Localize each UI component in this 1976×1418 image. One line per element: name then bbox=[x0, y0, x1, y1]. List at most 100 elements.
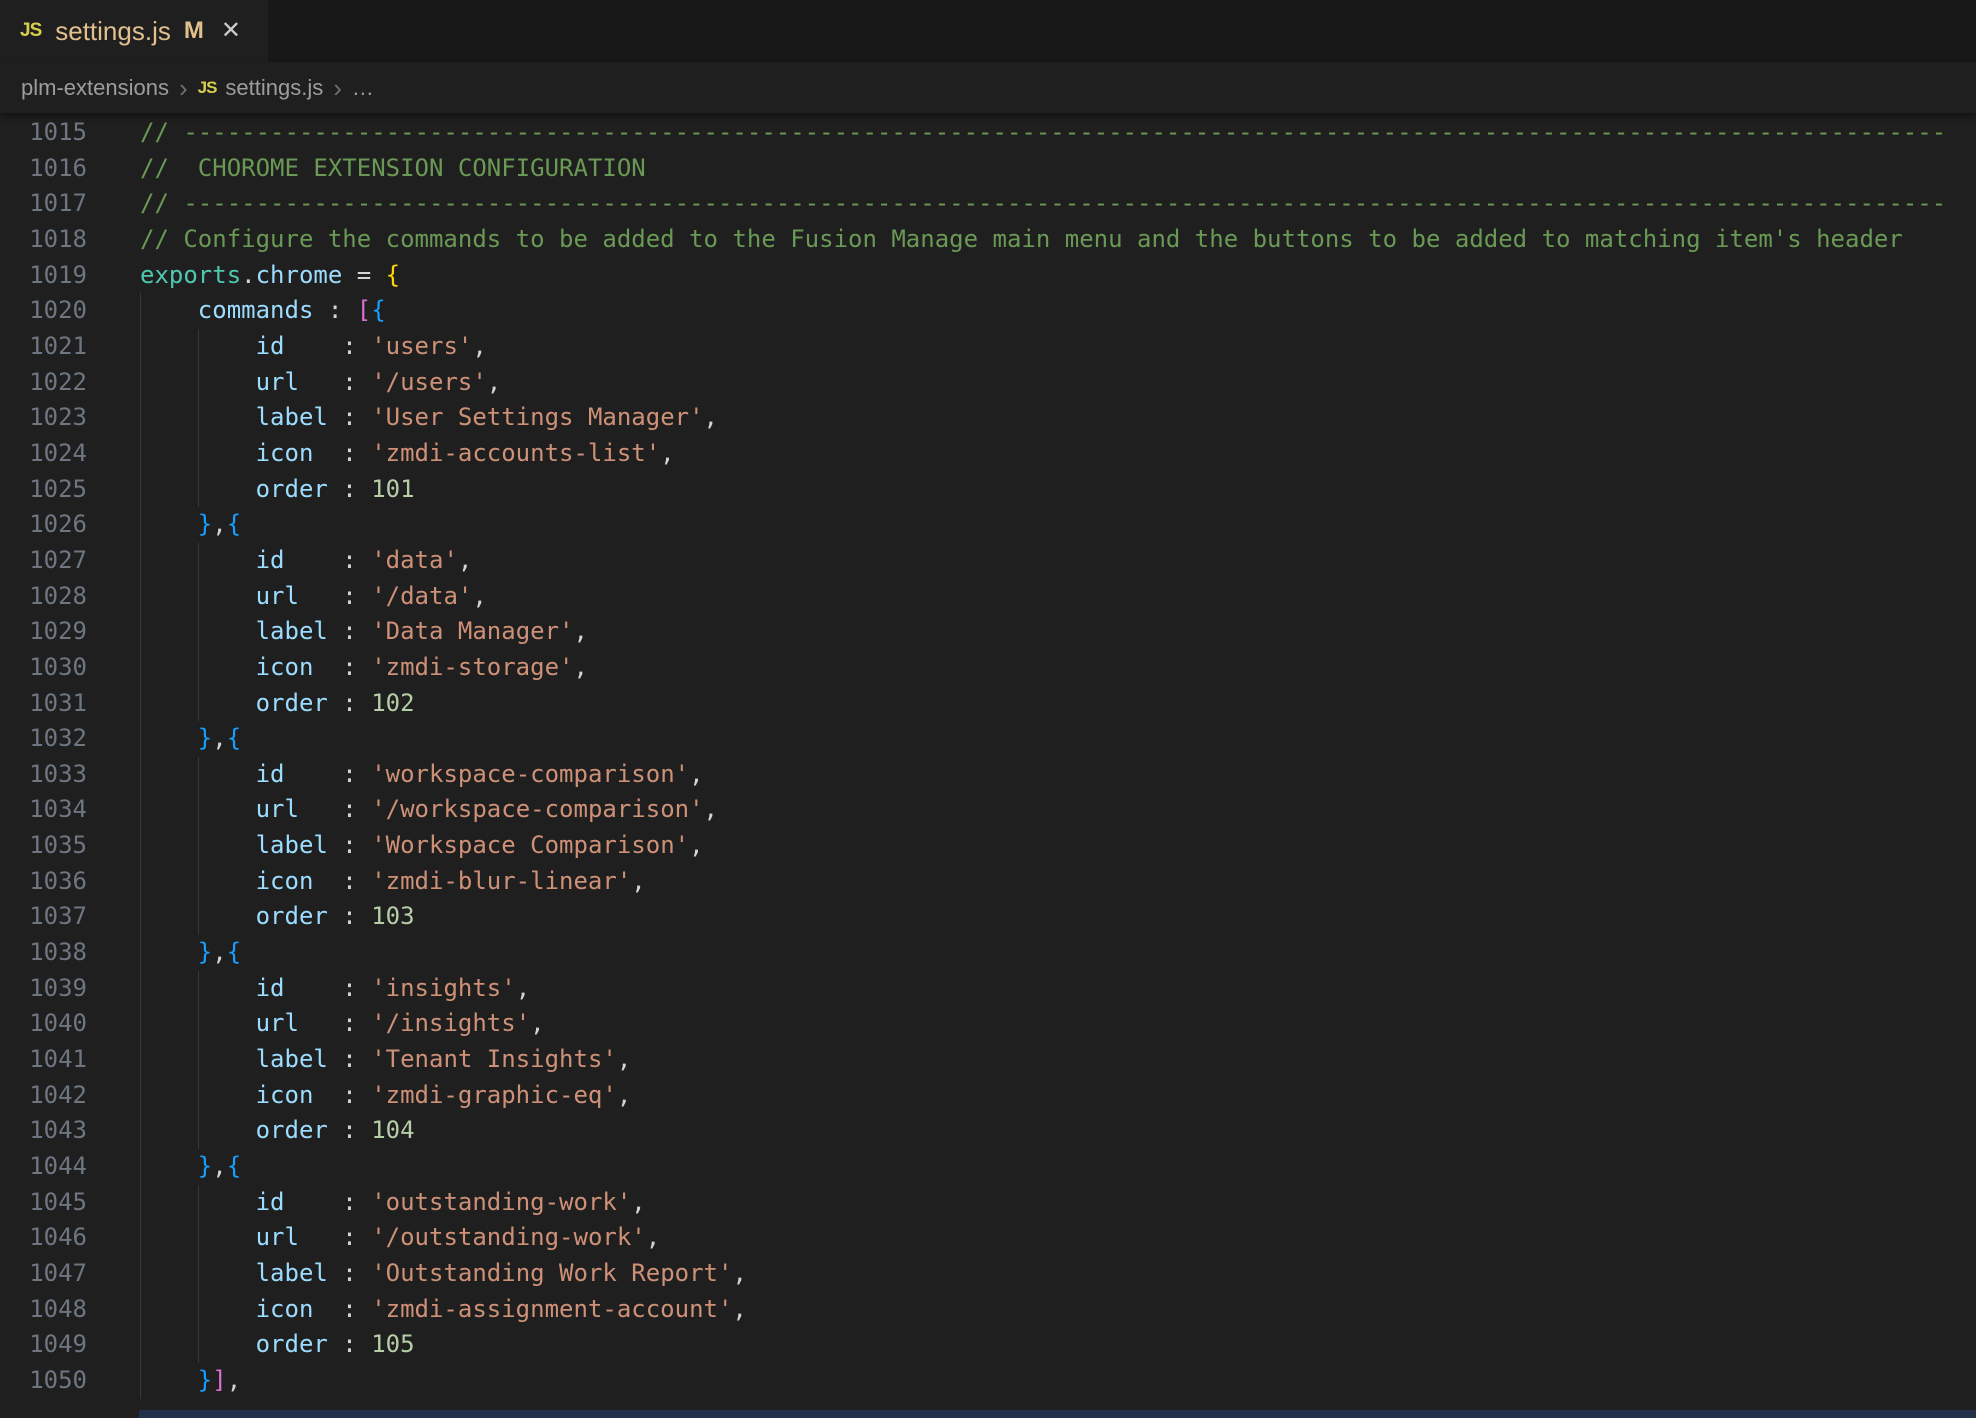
code-text: icon : 'zmdi-storage', bbox=[87, 650, 1976, 686]
line-number: 1037 bbox=[0, 899, 87, 935]
code-line[interactable]: 1020 commands : [{ bbox=[0, 293, 1976, 329]
breadcrumb-folder[interactable]: plm-extensions bbox=[21, 75, 169, 101]
code-line[interactable]: 1050 }], bbox=[0, 1363, 1976, 1399]
line-number: 1015 bbox=[0, 115, 87, 151]
breadcrumb-more[interactable]: … bbox=[352, 75, 374, 101]
code-line[interactable]: 1037 order : 103 bbox=[0, 899, 1976, 935]
code-line[interactable]: 1030 icon : 'zmdi-storage', bbox=[0, 650, 1976, 686]
indent-guide bbox=[140, 1113, 141, 1149]
indent-guide bbox=[198, 1292, 199, 1328]
code-line[interactable]: 1045 id : 'outstanding-work', bbox=[0, 1185, 1976, 1221]
code-editor[interactable]: 1015// ---------------------------------… bbox=[0, 113, 1976, 1418]
line-number: 1033 bbox=[0, 757, 87, 793]
line-number: 1019 bbox=[0, 258, 87, 294]
code-line[interactable]: 1016// CHOROME EXTENSION CONFIGURATION bbox=[0, 151, 1976, 187]
code-line[interactable]: 1015// ---------------------------------… bbox=[0, 115, 1976, 151]
code-text: },{ bbox=[87, 721, 1976, 757]
close-icon[interactable]: ✕ bbox=[221, 19, 241, 43]
indent-guide bbox=[140, 1185, 141, 1221]
chevron-right-icon: › bbox=[179, 75, 188, 101]
indent-guide bbox=[140, 650, 141, 686]
indent-guide bbox=[140, 436, 141, 472]
next-line-highlight bbox=[139, 1410, 1976, 1418]
line-number: 1018 bbox=[0, 222, 87, 258]
code-line[interactable]: 1039 id : 'insights', bbox=[0, 971, 1976, 1007]
indent-guide bbox=[140, 721, 141, 757]
code-text: url : '/data', bbox=[87, 579, 1976, 615]
code-text: }], bbox=[87, 1363, 1976, 1399]
line-number: 1049 bbox=[0, 1327, 87, 1363]
tab-settings-js[interactable]: JS settings.js M ✕ bbox=[0, 0, 268, 62]
indent-guide bbox=[140, 1256, 141, 1292]
code-line[interactable]: 1018// Configure the commands to be adde… bbox=[0, 222, 1976, 258]
indent-guide bbox=[198, 1327, 199, 1363]
line-number: 1026 bbox=[0, 507, 87, 543]
code-line[interactable]: 1046 url : '/outstanding-work', bbox=[0, 1220, 1976, 1256]
tab-bar: JS settings.js M ✕ bbox=[0, 0, 1976, 62]
tab-filename: settings.js bbox=[55, 16, 171, 47]
code-line[interactable]: 1042 icon : 'zmdi-graphic-eq', bbox=[0, 1078, 1976, 1114]
code-line[interactable]: 1021 id : 'users', bbox=[0, 329, 1976, 365]
indent-guide bbox=[140, 792, 141, 828]
line-number: 1036 bbox=[0, 864, 87, 900]
line-number: 1050 bbox=[0, 1363, 87, 1399]
code-line[interactable]: 1048 icon : 'zmdi-assignment-account', bbox=[0, 1292, 1976, 1328]
code-line[interactable]: 1026 },{ bbox=[0, 507, 1976, 543]
code-text: icon : 'zmdi-assignment-account', bbox=[87, 1292, 1976, 1328]
code-line[interactable]: 1034 url : '/workspace-comparison', bbox=[0, 792, 1976, 828]
code-line[interactable]: 1041 label : 'Tenant Insights', bbox=[0, 1042, 1976, 1078]
code-text: // CHOROME EXTENSION CONFIGURATION bbox=[87, 151, 1976, 187]
code-line[interactable]: 1019exports.chrome = { bbox=[0, 258, 1976, 294]
code-line[interactable]: 1049 order : 105 bbox=[0, 1327, 1976, 1363]
line-number: 1038 bbox=[0, 935, 87, 971]
line-number: 1047 bbox=[0, 1256, 87, 1292]
code-line[interactable]: 1035 label : 'Workspace Comparison', bbox=[0, 828, 1976, 864]
code-line[interactable]: 1044 },{ bbox=[0, 1149, 1976, 1185]
code-line[interactable]: 1033 id : 'workspace-comparison', bbox=[0, 757, 1976, 793]
code-line[interactable]: 1038 },{ bbox=[0, 935, 1976, 971]
code-line[interactable]: 1028 url : '/data', bbox=[0, 579, 1976, 615]
code-text: url : '/outstanding-work', bbox=[87, 1220, 1976, 1256]
code-line[interactable]: 1025 order : 101 bbox=[0, 472, 1976, 508]
indent-guide bbox=[140, 686, 141, 722]
breadcrumb: plm-extensions › JS settings.js › … bbox=[0, 62, 1976, 113]
code-line[interactable]: 1040 url : '/insights', bbox=[0, 1006, 1976, 1042]
code-line[interactable]: 1023 label : 'User Settings Manager', bbox=[0, 400, 1976, 436]
indent-guide bbox=[140, 1363, 141, 1399]
code-text: id : 'users', bbox=[87, 329, 1976, 365]
code-text: url : '/insights', bbox=[87, 1006, 1976, 1042]
code-line[interactable]: 1022 url : '/users', bbox=[0, 365, 1976, 401]
code-text: },{ bbox=[87, 935, 1976, 971]
line-number: 1020 bbox=[0, 293, 87, 329]
line-number: 1031 bbox=[0, 686, 87, 722]
indent-guide bbox=[198, 864, 199, 900]
indent-guide bbox=[140, 1292, 141, 1328]
code-line[interactable]: 1043 order : 104 bbox=[0, 1113, 1976, 1149]
code-line[interactable]: 1029 label : 'Data Manager', bbox=[0, 614, 1976, 650]
indent-guide bbox=[140, 1327, 141, 1363]
indent-guide bbox=[140, 828, 141, 864]
line-number: 1035 bbox=[0, 828, 87, 864]
indent-guide bbox=[140, 472, 141, 508]
code-line[interactable]: 1047 label : 'Outstanding Work Report', bbox=[0, 1256, 1976, 1292]
code-line[interactable]: 1024 icon : 'zmdi-accounts-list', bbox=[0, 436, 1976, 472]
breadcrumb-file[interactable]: settings.js bbox=[225, 75, 323, 101]
code-line[interactable]: 1027 id : 'data', bbox=[0, 543, 1976, 579]
indent-guide bbox=[198, 899, 199, 935]
code-line[interactable]: 1036 icon : 'zmdi-blur-linear', bbox=[0, 864, 1976, 900]
code-text: // Configure the commands to be added to… bbox=[87, 222, 1976, 258]
code-line[interactable]: 1031 order : 102 bbox=[0, 686, 1976, 722]
indent-guide bbox=[140, 935, 141, 971]
indent-guide bbox=[198, 614, 199, 650]
code-text: id : 'outstanding-work', bbox=[87, 1185, 1976, 1221]
indent-guide bbox=[140, 757, 141, 793]
code-text: // -------------------------------------… bbox=[87, 115, 1976, 151]
line-number: 1046 bbox=[0, 1220, 87, 1256]
code-line[interactable]: 1017// ---------------------------------… bbox=[0, 186, 1976, 222]
code-text: order : 105 bbox=[87, 1327, 1976, 1363]
indent-guide bbox=[140, 971, 141, 1007]
code-text: order : 103 bbox=[87, 899, 1976, 935]
indent-guide bbox=[198, 365, 199, 401]
code-line[interactable]: 1032 },{ bbox=[0, 721, 1976, 757]
indent-guide bbox=[140, 543, 141, 579]
